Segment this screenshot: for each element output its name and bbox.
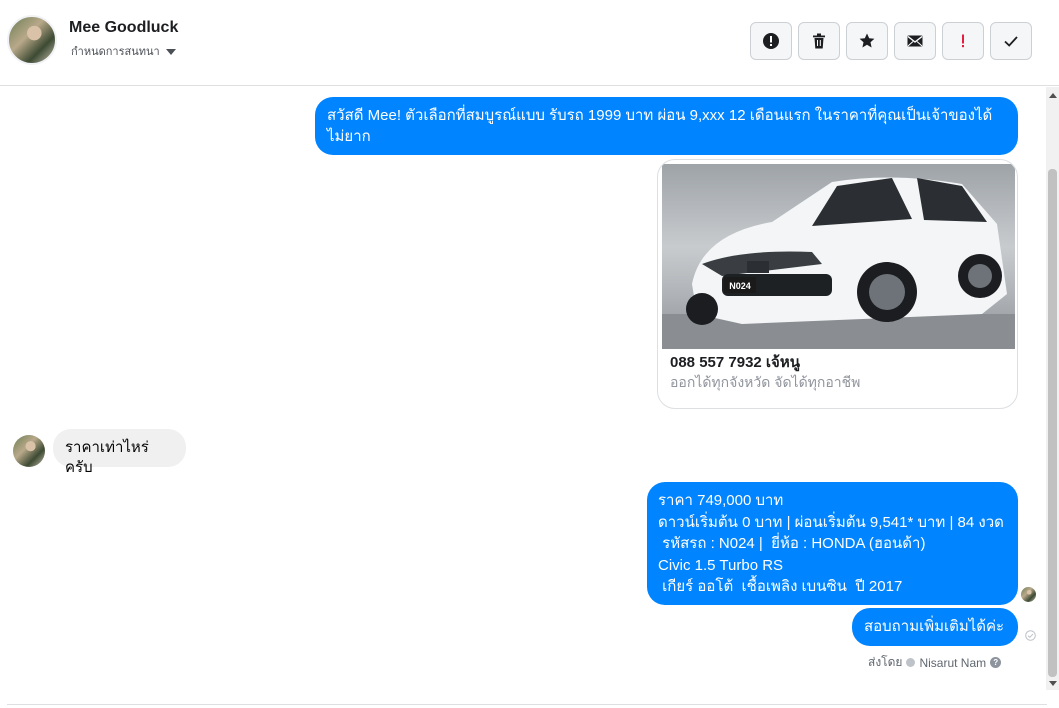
car-illustration: N024 [662, 177, 1015, 349]
spec-line: เกียร์ ออโต้ เชื้อเพลิง เบนซิน ปี 2017 [658, 578, 903, 595]
message-bubble-outgoing[interactable]: สวัสดี Mee! ตัวเลือกที่สมบูรณ์แบบ รับรถ … [315, 97, 1018, 155]
envelope-icon [907, 35, 923, 47]
check-icon [1004, 36, 1018, 47]
trash-icon [813, 33, 825, 49]
conversation-header: Mee Goodluck กำหนดการสนทนา [0, 0, 1059, 86]
mark-unread-button[interactable] [894, 22, 936, 60]
car-image[interactable]: N024 [662, 164, 1015, 349]
message-bubble-outgoing[interactable]: สอบถามเพิ่มเติมได้ค่ะ [852, 608, 1018, 646]
message-text: ราคาเท่าไหร่ครับ [65, 439, 149, 476]
delivered-check-icon [1025, 630, 1036, 641]
assign-conversation-dropdown[interactable]: กำหนดการสนทนา [71, 42, 176, 60]
help-icon[interactable]: ? [990, 657, 1002, 668]
contact-avatar[interactable] [7, 15, 57, 65]
plate-text: N024 [729, 281, 751, 291]
sender-status-icon [906, 658, 916, 667]
exclamation-icon [962, 34, 964, 48]
model-line: Civic 1.5 Turbo RS [658, 556, 784, 574]
mark-important-button[interactable] [942, 22, 984, 60]
scroll-thumb[interactable] [1048, 169, 1057, 677]
message-bubble-outgoing[interactable]: ราคา 749,000 บาท ดาวน์เริ่มต้น 0 บาท | ผ… [647, 482, 1018, 605]
sent-by-name[interactable]: Nisarut Nam [919, 656, 986, 670]
assign-label: กำหนดการสนทนา [71, 46, 160, 58]
message-thread[interactable]: สวัสดี Mee! ตัวเลือกที่สมบูรณ์แบบ รับรถ … [0, 87, 1046, 702]
scroll-up-arrow-icon[interactable] [1049, 93, 1057, 98]
sender-avatar[interactable] [13, 435, 45, 467]
contact-name[interactable]: Mee Goodluck [69, 19, 178, 37]
scroll-down-arrow-icon[interactable] [1049, 681, 1057, 686]
product-card[interactable]: N024 088 557 7932 เจ้หนู ออกได้ทุกจังหวั… [657, 159, 1018, 409]
message-bubble-incoming[interactable]: ราคาเท่าไหร่ครับ [53, 429, 186, 476]
chat-scrollbar[interactable] [1046, 87, 1059, 690]
mark-done-button[interactable] [990, 22, 1032, 60]
sent-by-prefix: ส่งโดย [868, 655, 903, 669]
exclamation-circle-icon [763, 33, 779, 49]
down-payment-line: ดาวน์เริ่มต้น 0 บาท | ผ่อนเริ่มต้น 9,541… [658, 513, 1004, 531]
card-title[interactable]: 088 557 7932 เจ้หนู [670, 350, 800, 374]
spam-report-button[interactable] [750, 22, 792, 60]
card-subtitle: ออกได้ทุกจังหวัด จัดได้ทุกอาชีพ [670, 374, 861, 390]
message-text: สอบถามเพิ่มเติมได้ค่ะ [864, 618, 1005, 635]
caret-down-icon [165, 48, 176, 55]
delete-button[interactable] [798, 22, 840, 60]
price-line: ราคา 749,000 บาท [658, 492, 784, 509]
seen-avatar [1021, 587, 1036, 602]
car-code-line: รหัสรถ : N024 | ยี่ห้อ : HONDA (ฮอนด้า) [658, 535, 926, 552]
message-text: สวัสดี Mee! ตัวเลือกที่สมบูรณ์แบบ รับรถ … [327, 107, 993, 145]
star-icon [859, 33, 875, 48]
sent-by-info: ส่งโดย Nisarut Nam ? [868, 653, 1002, 672]
composer-divider [7, 704, 1047, 708]
star-button[interactable] [846, 22, 888, 60]
